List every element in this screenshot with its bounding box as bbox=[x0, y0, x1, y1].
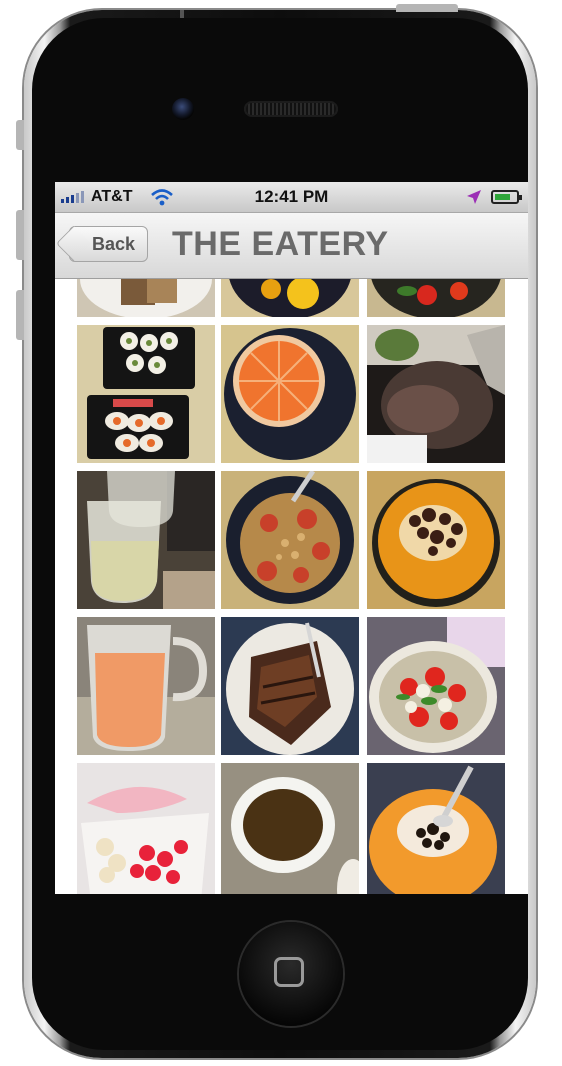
front-camera bbox=[172, 98, 194, 120]
photo-tile[interactable] bbox=[367, 763, 505, 894]
page-title: THE EATERY bbox=[172, 225, 389, 263]
photo-tile[interactable] bbox=[221, 279, 359, 317]
photo-tile[interactable] bbox=[367, 617, 505, 755]
photo-tile[interactable] bbox=[221, 471, 359, 609]
screen: AT&T 12:41 PM Back THE EATERY bbox=[55, 182, 528, 894]
antenna-line bbox=[180, 10, 184, 18]
photo-tile[interactable] bbox=[77, 325, 215, 463]
home-button[interactable] bbox=[239, 922, 343, 1026]
photo-tile[interactable] bbox=[367, 325, 505, 463]
navigation-bar: Back THE EATERY bbox=[55, 213, 528, 279]
photo-tile[interactable] bbox=[221, 325, 359, 463]
back-button-label: Back bbox=[92, 234, 136, 254]
earpiece-speaker bbox=[244, 101, 338, 117]
status-bar: AT&T 12:41 PM bbox=[55, 182, 528, 213]
photo-tile[interactable] bbox=[77, 279, 215, 317]
volume-up-button[interactable] bbox=[16, 210, 24, 260]
photo-tile[interactable] bbox=[367, 279, 505, 317]
volume-down-button[interactable] bbox=[16, 290, 24, 340]
clock: 12:41 PM bbox=[254, 187, 329, 206]
sleep-button[interactable] bbox=[396, 4, 458, 12]
photo-tile[interactable] bbox=[77, 471, 215, 609]
back-button[interactable]: Back bbox=[69, 226, 149, 262]
mute-switch[interactable] bbox=[16, 120, 24, 150]
battery-charging-icon bbox=[491, 190, 522, 204]
photo-tile[interactable] bbox=[221, 763, 359, 894]
photo-tile[interactable] bbox=[77, 763, 215, 894]
location-arrow-icon bbox=[467, 190, 481, 204]
photo-tile[interactable] bbox=[77, 617, 215, 755]
photo-tile[interactable] bbox=[367, 471, 505, 609]
photo-grid bbox=[55, 279, 528, 894]
photo-tile[interactable] bbox=[221, 617, 359, 755]
home-square-icon bbox=[274, 957, 304, 987]
